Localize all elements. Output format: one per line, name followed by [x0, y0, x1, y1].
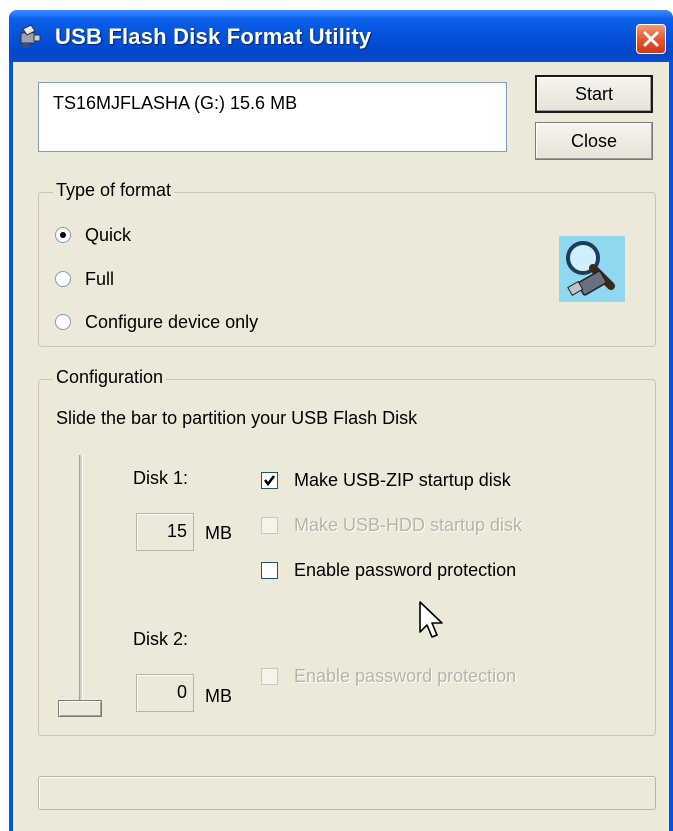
partition-slider-thumb[interactable]	[58, 700, 102, 717]
format-type-group: Type of format Quick Full Configure devi…	[38, 180, 656, 347]
partition-instruction: Slide the bar to partition your USB Flas…	[56, 408, 418, 428]
checkbox-label: Enable password protection	[294, 665, 517, 686]
close-icon	[643, 31, 659, 47]
progress-status-bar	[38, 776, 656, 810]
radio-label: Quick	[85, 224, 132, 245]
checkbox-disabled	[261, 667, 278, 685]
checkbox-usb-zip[interactable]: Make USB-ZIP startup disk	[261, 468, 511, 492]
configuration-group: Configuration Slide the bar to partition…	[38, 367, 656, 736]
dialog-body: TS16MJFLASHA (G:) 15.6 MB Start Close Ty…	[13, 62, 669, 831]
checkbox-disk2-password: Enable password protection	[261, 664, 516, 688]
radio-button[interactable]	[55, 314, 71, 330]
disk2-unit: MB	[205, 686, 232, 706]
configuration-legend: Configuration	[53, 367, 167, 388]
checkmark-icon	[264, 474, 275, 486]
checkbox[interactable]	[261, 561, 278, 579]
disk2-size-field: 0	[136, 674, 194, 712]
format-type-legend: Type of format	[53, 180, 175, 201]
disk1-label: Disk 1:	[133, 468, 189, 488]
checkbox-label: Make USB-HDD startup disk	[294, 514, 523, 535]
radio-full[interactable]: Full	[55, 267, 114, 291]
checkbox-label: Enable password protection	[294, 559, 517, 580]
close-button[interactable]: Close	[535, 122, 653, 160]
checkbox-label: Make USB-ZIP startup disk	[294, 469, 511, 490]
radio-label: Configure device only	[85, 311, 259, 332]
radio-quick[interactable]: Quick	[55, 223, 131, 247]
disk1-size-field: 15	[136, 513, 194, 551]
checkbox-disabled	[261, 516, 278, 534]
checkbox-disk1-password[interactable]: Enable password protection	[261, 558, 516, 582]
start-button[interactable]: Start	[535, 75, 653, 113]
window-title: USB Flash Disk Format Utility	[55, 24, 372, 49]
radio-label: Full	[85, 268, 115, 289]
window-close-button[interactable]	[636, 24, 666, 54]
device-list-item[interactable]: TS16MJFLASHA (G:) 15.6 MB	[53, 93, 297, 114]
radio-button-checked[interactable]	[55, 227, 71, 243]
checkbox-checked[interactable]	[261, 471, 278, 489]
partition-slider-track[interactable]	[79, 455, 83, 707]
disk1-unit: MB	[205, 523, 232, 543]
radio-configure-only[interactable]: Configure device only	[55, 310, 258, 334]
title-bar[interactable]: USB Flash Disk Format Utility	[9, 10, 673, 62]
disk2-label: Disk 2:	[133, 629, 189, 649]
usb-search-icon	[559, 236, 625, 302]
app-icon	[20, 24, 41, 48]
format-utility-window: USB Flash Disk Format Utility TS16MJFLAS…	[9, 10, 673, 831]
radio-button[interactable]	[55, 271, 71, 287]
device-list[interactable]: TS16MJFLASHA (G:) 15.6 MB	[38, 82, 507, 152]
checkbox-usb-hdd: Make USB-HDD startup disk	[261, 513, 522, 537]
mouse-pointer-icon	[419, 601, 443, 638]
